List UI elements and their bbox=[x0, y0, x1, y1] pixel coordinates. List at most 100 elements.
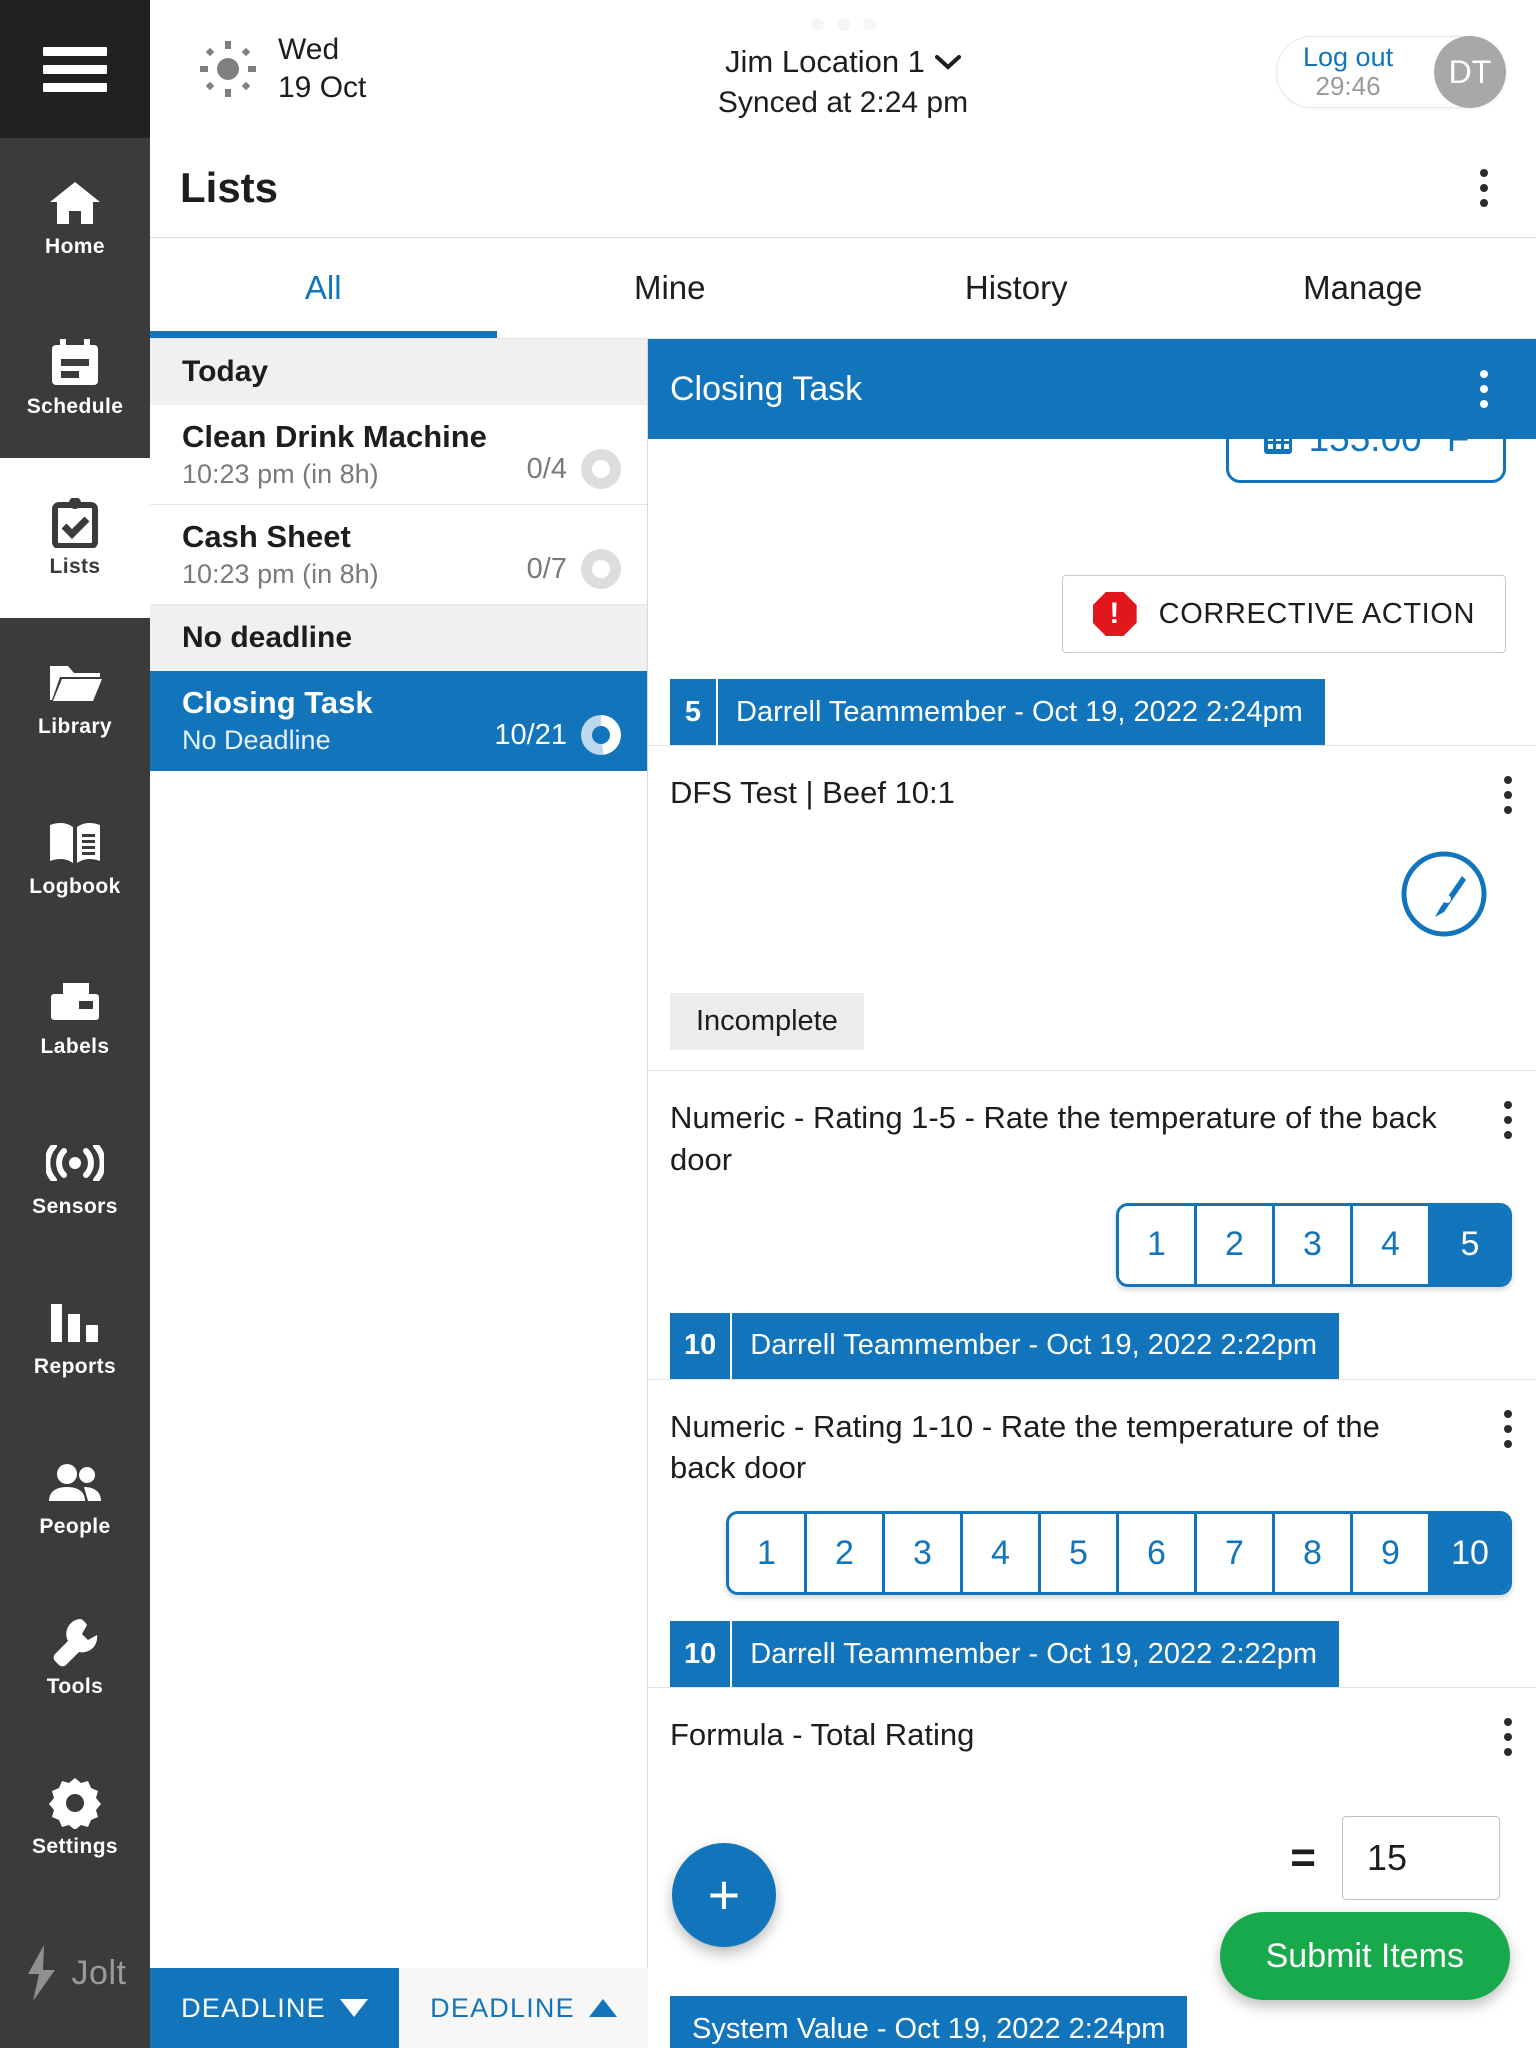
chevron-down-icon bbox=[934, 55, 961, 70]
tab-mine[interactable]: Mine bbox=[497, 238, 844, 338]
rating-row: 1 2 3 4 5 bbox=[670, 1181, 1536, 1313]
date-display: Wed 19 Oct bbox=[200, 31, 366, 108]
temperature-probe-icon bbox=[1401, 851, 1487, 937]
sidebar-item-library[interactable]: Library bbox=[0, 618, 150, 778]
signature-text: System Value - Oct 19, 2022 2:24pm bbox=[670, 1996, 1188, 2048]
temperature-field-row: 155.00 °F bbox=[670, 395, 1536, 549]
rating-option-selected[interactable]: 5 bbox=[1431, 1205, 1509, 1284]
rating-option[interactable]: 1 bbox=[729, 1514, 807, 1593]
tab-label: History bbox=[964, 269, 1068, 306]
item-question: Numeric - Rating 1-5 - Rate the temperat… bbox=[670, 1099, 1437, 1177]
signature-value: 10 bbox=[670, 1621, 731, 1688]
day-label: Wed bbox=[278, 32, 340, 66]
sidebar-item-lists[interactable]: Lists bbox=[0, 458, 150, 618]
sidebar-item-logbook[interactable]: Logbook bbox=[0, 778, 150, 938]
sidebar-item-sensors[interactable]: Sensors bbox=[0, 1098, 150, 1258]
rating-option[interactable]: 3 bbox=[885, 1514, 963, 1593]
rating-option[interactable]: 6 bbox=[1119, 1514, 1197, 1593]
people-icon bbox=[46, 1457, 104, 1509]
sidebar-item-reports[interactable]: Reports bbox=[0, 1258, 150, 1418]
corrective-action-button[interactable]: ! CORRECTIVE ACTION bbox=[1061, 575, 1506, 653]
task-detail-panel: Closing Task 155.00 °F ! CORRECT bbox=[648, 339, 1536, 2048]
sort-deadline-asc-button[interactable]: DEADLINE bbox=[399, 1968, 648, 2048]
item-question: DFS Test | Beef 10:1 bbox=[670, 775, 955, 810]
main-stage: Wed 19 Oct Jim Location 1 Synced at 2:24… bbox=[150, 0, 1536, 2048]
hamburger-menu-button[interactable] bbox=[0, 0, 150, 138]
location-selector[interactable]: Jim Location 1 bbox=[725, 44, 961, 80]
alert-octagon-icon: ! bbox=[1092, 592, 1137, 636]
formula-value-input[interactable]: 15 bbox=[1342, 1816, 1500, 1901]
rating-row: 1 2 3 4 5 6 7 8 9 10 bbox=[670, 1489, 1536, 1621]
sun-icon bbox=[200, 41, 256, 97]
sidebar-item-label: Lists bbox=[49, 555, 101, 578]
triangle-down-icon bbox=[339, 1999, 368, 2017]
progress-donut bbox=[581, 449, 621, 489]
detail-header: Closing Task bbox=[648, 339, 1536, 439]
list-item-selected[interactable]: Closing Task No Deadline 10/21 bbox=[150, 671, 647, 771]
tab-label: Manage bbox=[1303, 269, 1423, 306]
sidebar-item-label: Reports bbox=[33, 1355, 117, 1378]
detail-overflow-menu-button[interactable] bbox=[1480, 370, 1488, 408]
item-overflow-menu-button[interactable] bbox=[1504, 1100, 1512, 1139]
list-item[interactable]: Clean Drink Machine 10:23 pm (in 8h) 0/4 bbox=[150, 405, 647, 505]
rating-option[interactable]: 4 bbox=[963, 1514, 1041, 1593]
avatar[interactable]: DT bbox=[1434, 36, 1506, 108]
corrective-action-row: ! CORRECTIVE ACTION bbox=[670, 549, 1536, 679]
sidebar-item-people[interactable]: People bbox=[0, 1418, 150, 1578]
rating-option[interactable]: 2 bbox=[807, 1514, 885, 1593]
sort-deadline-desc-button[interactable]: DEADLINE bbox=[150, 1968, 399, 2048]
tab-manage[interactable]: Manage bbox=[1190, 238, 1536, 338]
content-area: Today Clean Drink Machine 10:23 pm (in 8… bbox=[150, 338, 1536, 2048]
temperature-entry-card: 155.00 °F ! CORRECTIVE ACTION 5 Darrell … bbox=[648, 395, 1536, 746]
item-overflow-menu-button[interactable] bbox=[1504, 776, 1512, 814]
sidebar-item-label: Tools bbox=[46, 1675, 104, 1698]
sidebar-item-tools[interactable]: Tools bbox=[0, 1578, 150, 1738]
rating-option[interactable]: 9 bbox=[1353, 1514, 1431, 1593]
home-icon bbox=[49, 177, 101, 229]
signature-bar: 5 Darrell Teammember - Oct 19, 2022 2:24… bbox=[670, 679, 1536, 745]
detail-title: Closing Task bbox=[670, 369, 863, 408]
page-title: Lists bbox=[180, 163, 279, 211]
signature-bar: 10 Darrell Teammember - Oct 19, 2022 2:2… bbox=[670, 1312, 1536, 1379]
checklist-item-card: Numeric - Rating 1-5 - Rate the temperat… bbox=[648, 1071, 1536, 1380]
rating-option[interactable]: 2 bbox=[1197, 1205, 1275, 1284]
book-icon bbox=[48, 817, 102, 869]
tab-all[interactable]: All bbox=[150, 238, 497, 338]
logout-button[interactable]: Log out 29:46 DT bbox=[1276, 36, 1506, 108]
folder-icon bbox=[48, 657, 102, 709]
sidebar-item-schedule[interactable]: Schedule bbox=[0, 298, 150, 458]
sidebar-item-settings[interactable]: Settings bbox=[0, 1738, 150, 1898]
page-overflow-menu-button[interactable] bbox=[1480, 168, 1488, 207]
rating-option[interactable]: 7 bbox=[1197, 1514, 1275, 1593]
rating-option[interactable]: 1 bbox=[1119, 1205, 1197, 1284]
tab-label: Mine bbox=[633, 269, 706, 306]
list-item-count: 0/7 bbox=[526, 552, 567, 585]
tab-label: All bbox=[304, 269, 342, 306]
item-question: Numeric - Rating 1-10 - Rate the tempera… bbox=[670, 1408, 1380, 1486]
sidebar-item-labels[interactable]: Labels bbox=[0, 938, 150, 1098]
rating-group-1-5: 1 2 3 4 5 bbox=[1116, 1202, 1512, 1287]
rating-option[interactable]: 5 bbox=[1041, 1514, 1119, 1593]
submit-items-button[interactable]: Submit Items bbox=[1219, 1912, 1510, 2000]
task-list-panel: Today Clean Drink Machine 10:23 pm (in 8… bbox=[150, 339, 776, 2048]
signature-text: Darrell Teammember - Oct 19, 2022 2:24pm bbox=[716, 679, 1325, 745]
rating-group-1-10: 1 2 3 4 5 6 7 8 9 10 bbox=[726, 1511, 1512, 1596]
rating-option[interactable]: 3 bbox=[1275, 1205, 1353, 1284]
add-list-button[interactable]: + bbox=[672, 1843, 776, 1947]
equals-sign: = bbox=[1290, 1833, 1316, 1883]
tab-history[interactable]: History bbox=[843, 238, 1190, 338]
sidebar-item-label: Settings bbox=[31, 1835, 119, 1858]
rating-option[interactable]: 8 bbox=[1275, 1514, 1353, 1593]
list-item[interactable]: Cash Sheet 10:23 pm (in 8h) 0/7 bbox=[150, 505, 647, 605]
location-label: Jim Location 1 bbox=[725, 44, 925, 79]
item-overflow-menu-button[interactable] bbox=[1504, 1718, 1512, 1757]
wrench-icon bbox=[49, 1617, 101, 1669]
sidebar-item-home[interactable]: Home bbox=[0, 138, 150, 298]
page-header: Lists bbox=[150, 138, 1536, 238]
rating-option-selected[interactable]: 10 bbox=[1431, 1514, 1509, 1593]
signature-value: 10 bbox=[670, 1312, 731, 1379]
item-overflow-menu-button[interactable] bbox=[1504, 1409, 1512, 1448]
status-badge: Incomplete bbox=[670, 993, 864, 1051]
rating-option[interactable]: 4 bbox=[1353, 1205, 1431, 1284]
date-label: 19 Oct bbox=[278, 71, 367, 104]
